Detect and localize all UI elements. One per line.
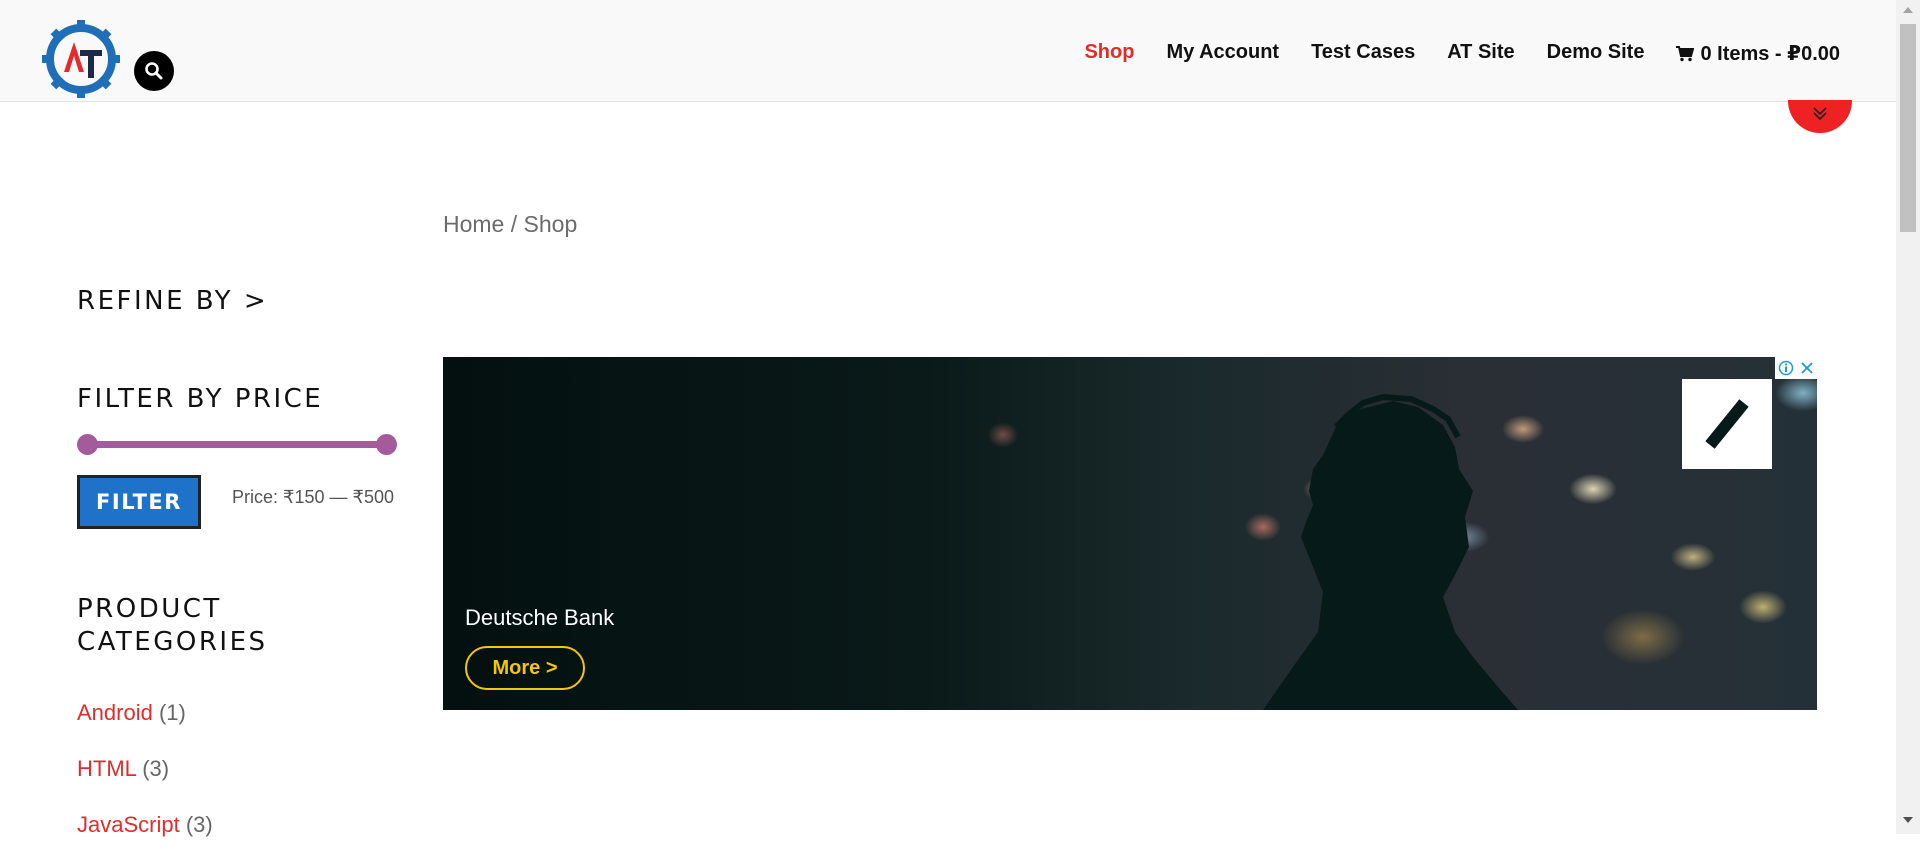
cart-label: 0 Items - ₽0.00 xyxy=(1700,43,1840,65)
scroll-down-arrow-icon[interactable] xyxy=(1903,817,1913,823)
scroll-up-arrow-icon[interactable] xyxy=(1903,7,1913,13)
list-item: HTML (3) xyxy=(77,756,213,812)
nav-demo-site[interactable]: Demo Site xyxy=(1547,41,1645,66)
breadcrumb-home[interactable]: Home xyxy=(443,211,504,237)
info-icon[interactable] xyxy=(1778,360,1794,376)
nav-at-site[interactable]: AT Site xyxy=(1447,41,1514,66)
filter-button[interactable]: FILTER xyxy=(77,475,201,529)
gear-logo-icon xyxy=(42,20,120,98)
category-count: (3) xyxy=(142,756,170,781)
scroll-down-button[interactable] xyxy=(1788,100,1852,133)
price-range-label: Price: ₹150 — ₹500 xyxy=(232,487,394,507)
search-button[interactable] xyxy=(134,51,174,91)
nav-shop[interactable]: Shop xyxy=(1084,41,1134,66)
site-logo[interactable] xyxy=(42,20,120,98)
category-link-javascript[interactable]: JavaScript xyxy=(77,812,180,837)
site-header: Shop My Account Test Cases AT Site Demo … xyxy=(0,0,1896,102)
category-link-html[interactable]: HTML xyxy=(77,756,136,781)
scrollbar-thumb[interactable] xyxy=(1900,24,1916,232)
price-slider-range[interactable] xyxy=(87,441,387,448)
double-chevron-down-icon xyxy=(1813,107,1827,121)
nav-test-cases[interactable]: Test Cases xyxy=(1311,41,1415,66)
product-categories-heading: PRODUCT CATEGORIES xyxy=(77,594,268,657)
main-nav: Shop My Account Test Cases AT Site Demo … xyxy=(1052,41,1840,66)
close-icon[interactable] xyxy=(1800,361,1814,375)
category-count: (1) xyxy=(158,700,186,725)
filter-by-price-heading: FILTER BY PRICE xyxy=(77,384,324,414)
cart-icon xyxy=(1676,46,1695,62)
ad-brand-text: Deutsche Bank xyxy=(465,605,615,630)
refine-by-heading[interactable]: REFINE BY > xyxy=(77,286,268,316)
deutsche-bank-logo-icon xyxy=(1682,379,1772,469)
nav-cart[interactable]: 0 Items - ₽0.00 xyxy=(1676,41,1840,66)
price-slider-min-handle[interactable] xyxy=(77,434,98,455)
ad-controls xyxy=(1775,357,1817,379)
ad-banner[interactable]: Deutsche Bank More > xyxy=(443,357,1817,710)
nav-my-account[interactable]: My Account xyxy=(1166,41,1279,66)
ad-more-button[interactable]: More > xyxy=(465,646,585,690)
price-slider-max-handle[interactable] xyxy=(376,434,397,455)
category-count: (3) xyxy=(185,812,213,837)
breadcrumb-current: Shop xyxy=(523,211,578,237)
breadcrumb-separator: / xyxy=(504,211,524,237)
category-list: Android (1) HTML (3) JavaScript (3) xyxy=(77,700,213,868)
search-icon xyxy=(145,62,163,80)
vertical-scrollbar[interactable] xyxy=(1896,0,1920,834)
breadcrumb: Home / Shop xyxy=(443,211,577,238)
list-item: JavaScript (3) xyxy=(77,812,213,868)
ad-silhouette-image xyxy=(1263,393,1518,710)
list-item: Android (1) xyxy=(77,700,213,756)
category-link-android[interactable]: Android xyxy=(77,700,153,725)
